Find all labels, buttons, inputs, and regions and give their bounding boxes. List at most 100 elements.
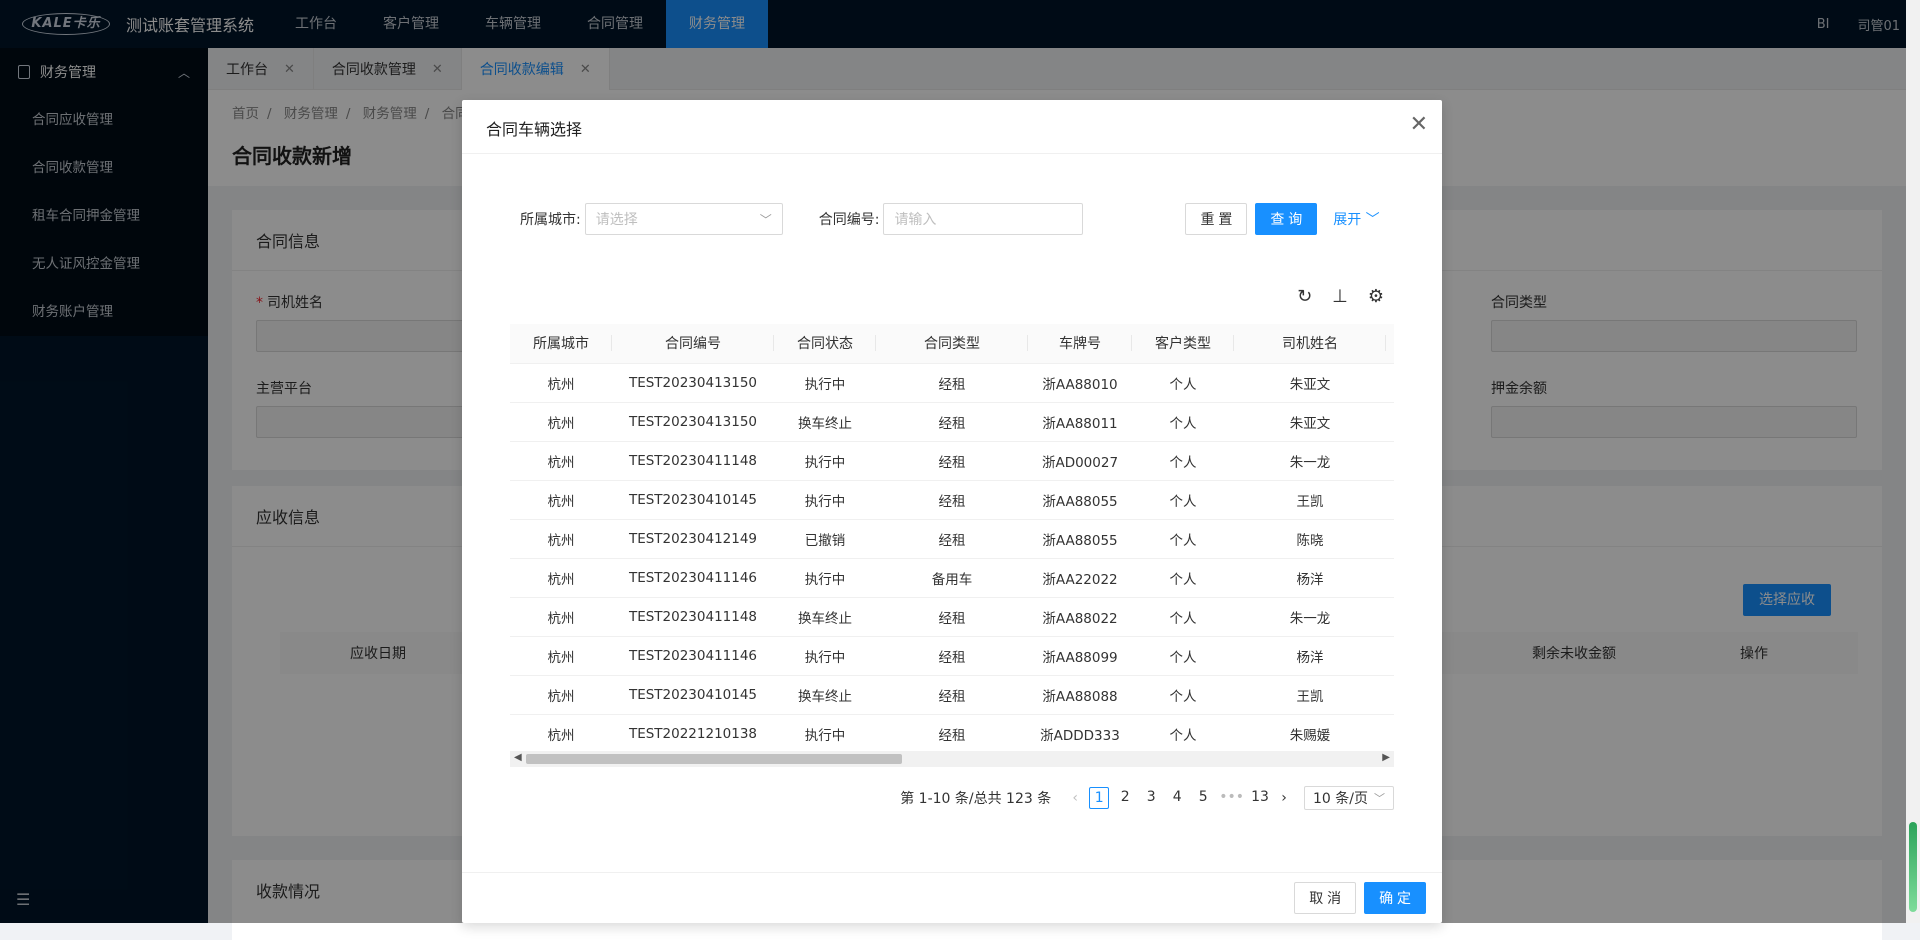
col-overflow xyxy=(1386,324,1394,364)
page-13[interactable]: 13 xyxy=(1250,787,1270,809)
cell-overflow xyxy=(1386,675,1394,715)
cell-driver-name: 王凯 xyxy=(1234,675,1386,715)
cell-driver-name: 朱一龙 xyxy=(1234,441,1386,481)
cell-city: 杭州 xyxy=(510,597,612,637)
cell-plate: 浙AA22022 xyxy=(1028,558,1132,598)
page-4[interactable]: 4 xyxy=(1167,787,1187,809)
query-button[interactable]: 查 询 xyxy=(1255,203,1318,235)
settings-icon[interactable]: ⚙ xyxy=(1368,286,1384,307)
close-icon[interactable]: ✕ xyxy=(1410,112,1428,137)
cell-customer-type: 个人 xyxy=(1132,558,1234,598)
cell-city: 杭州 xyxy=(510,675,612,715)
cell-driver-name: 朱赐媛 xyxy=(1234,714,1386,754)
modal-footer: 取 消 确 定 xyxy=(462,872,1442,923)
table-row[interactable]: 杭州 TEST20230411148 换车终止 经租 浙AA88022 个人 朱一龙 xyxy=(510,597,1394,637)
table-row[interactable]: 杭州 TEST20221210138 执行中 经租 浙ADDD333 个人 朱赐媛 xyxy=(510,714,1394,754)
filter-row: 所属城市: 请选择 ﹀ 合同编号: 请输入 重 置 查 询 展开 ﹀ xyxy=(520,203,1380,235)
cell-contract-no: TEST20230411146 xyxy=(612,636,774,676)
cell-contract-status: 已撤销 xyxy=(774,519,876,559)
pagination-total: 第 1-10 条/总共 123 条 xyxy=(900,791,1052,807)
col-plate: 车牌号 xyxy=(1028,324,1132,364)
city-placeholder: 请选择 xyxy=(595,212,638,228)
cell-city: 杭州 xyxy=(510,480,612,520)
cell-driver-name: 朱亚文 xyxy=(1234,363,1386,403)
cell-driver-name: 朱一龙 xyxy=(1234,597,1386,637)
page-scrollbar[interactable] xyxy=(1906,0,1920,923)
table-row[interactable]: 杭州 TEST20230413150 换车终止 经租 浙AA88011 个人 朱亚文 xyxy=(510,402,1394,442)
cell-driver-name: 杨洋 xyxy=(1234,558,1386,598)
cell-plate: 浙ADDD333 xyxy=(1028,714,1132,754)
next-page-icon[interactable]: › xyxy=(1276,790,1292,806)
col-contract-status: 合同状态 xyxy=(774,324,876,364)
page-2[interactable]: 2 xyxy=(1115,787,1135,809)
cell-plate: 浙AA88055 xyxy=(1028,519,1132,559)
table-row[interactable]: 杭州 TEST20230410145 换车终止 经租 浙AA88088 个人 王凯 xyxy=(510,675,1394,715)
cell-overflow xyxy=(1386,441,1394,481)
cell-city: 杭州 xyxy=(510,519,612,559)
cell-contract-no: TEST20230411148 xyxy=(612,597,774,637)
cell-overflow xyxy=(1386,480,1394,520)
table-row[interactable]: 杭州 TEST20230410145 执行中 经租 浙AA88055 个人 王凯 xyxy=(510,480,1394,520)
page-size-select[interactable]: 10 条/页 ﹀ xyxy=(1304,786,1394,810)
cell-contract-no: TEST20230411146 xyxy=(612,558,774,598)
pagination: 第 1-10 条/总共 123 条 ‹ 1 2 3 4 5 ••• 13 › 1… xyxy=(900,786,1394,810)
page-5[interactable]: 5 xyxy=(1193,787,1213,809)
table-row[interactable]: 杭州 TEST20230411148 执行中 经租 浙AD00027 个人 朱一龙 xyxy=(510,441,1394,481)
scrollbar-thumb[interactable] xyxy=(1909,822,1917,912)
cell-plate: 浙AA88055 xyxy=(1028,480,1132,520)
cell-overflow xyxy=(1386,714,1394,754)
cell-plate: 浙AA88011 xyxy=(1028,402,1132,442)
cell-customer-type: 个人 xyxy=(1132,519,1234,559)
reload-icon[interactable]: ↻ xyxy=(1297,286,1312,307)
cell-contract-status: 执行中 xyxy=(774,363,876,403)
contract-no-label: 合同编号: xyxy=(818,212,880,228)
cancel-button[interactable]: 取 消 xyxy=(1294,882,1357,914)
cell-driver-name: 朱亚文 xyxy=(1234,402,1386,442)
col-city: 所属城市 xyxy=(510,324,612,364)
cell-contract-no: TEST20230412149 xyxy=(612,519,774,559)
scroll-right-icon[interactable]: ▶ xyxy=(1382,752,1390,763)
table-row[interactable]: 杭州 TEST20230412149 已撤销 经租 浙AA88055 个人 陈晓 xyxy=(510,519,1394,559)
cell-customer-type: 个人 xyxy=(1132,597,1234,637)
cell-contract-status: 执行中 xyxy=(774,480,876,520)
cell-city: 杭州 xyxy=(510,714,612,754)
city-label: 所属城市: xyxy=(520,212,581,228)
cell-customer-type: 个人 xyxy=(1132,480,1234,520)
horizontal-scrollbar[interactable]: ◀ ▶ xyxy=(510,751,1394,767)
cell-city: 杭州 xyxy=(510,441,612,481)
ok-button[interactable]: 确 定 xyxy=(1364,882,1426,914)
col-customer-type: 客户类型 xyxy=(1132,324,1234,364)
page-3[interactable]: 3 xyxy=(1141,787,1161,809)
table-row[interactable]: 杭州 TEST20230413150 执行中 经租 浙AA88010 个人 朱亚文 xyxy=(510,363,1394,403)
cell-overflow xyxy=(1386,363,1394,403)
scrollbar-thumb[interactable] xyxy=(526,754,902,764)
chevron-down-icon: ﹀ xyxy=(1374,792,1385,805)
page-size-value: 10 条/页 xyxy=(1313,791,1368,807)
city-select[interactable]: 请选择 ﹀ xyxy=(584,203,783,235)
cell-contract-status: 执行中 xyxy=(774,636,876,676)
prev-page-icon[interactable]: ‹ xyxy=(1067,790,1083,806)
cell-customer-type: 个人 xyxy=(1132,402,1234,442)
cell-contract-no: TEST20230413150 xyxy=(612,402,774,442)
cell-contract-type: 经租 xyxy=(876,480,1028,520)
cell-plate: 浙AA88010 xyxy=(1028,363,1132,403)
cell-contract-status: 换车终止 xyxy=(774,597,876,637)
modal-title: 合同车辆选择 xyxy=(486,120,583,139)
page-1[interactable]: 1 xyxy=(1089,787,1110,809)
cell-city: 杭州 xyxy=(510,558,612,598)
scroll-left-icon[interactable]: ◀ xyxy=(514,752,522,763)
cell-plate: 浙AD00027 xyxy=(1028,441,1132,481)
density-icon[interactable]: ⊥ xyxy=(1332,286,1348,307)
table-row[interactable]: 杭州 TEST20230411146 执行中 备用车 浙AA22022 个人 杨洋 xyxy=(510,558,1394,598)
expand-link[interactable]: 展开 ﹀ xyxy=(1333,209,1379,229)
contract-no-input[interactable]: 请输入 xyxy=(883,203,1084,235)
cell-driver-name: 陈晓 xyxy=(1234,519,1386,559)
cell-contract-type: 备用车 xyxy=(876,558,1028,598)
contract-no-placeholder: 请输入 xyxy=(894,212,937,228)
col-contract-type: 合同类型 xyxy=(876,324,1028,364)
page-jump-ellipsis[interactable]: ••• xyxy=(1219,787,1244,809)
reset-button[interactable]: 重 置 xyxy=(1185,203,1248,235)
table-row[interactable]: 杭州 TEST20230411146 执行中 经租 浙AA88099 个人 杨洋 xyxy=(510,636,1394,676)
cell-contract-status: 执行中 xyxy=(774,558,876,598)
cell-contract-status: 执行中 xyxy=(774,714,876,754)
